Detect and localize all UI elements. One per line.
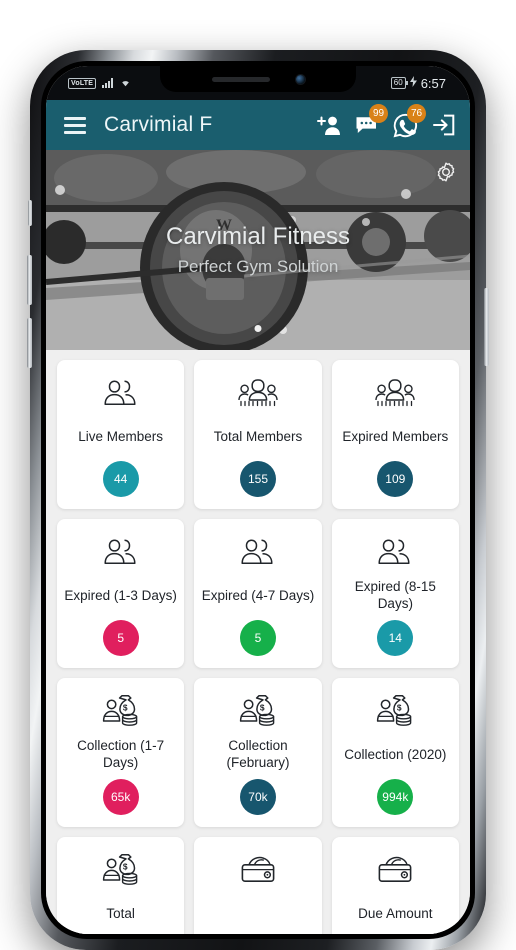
stat-card[interactable]: Expired Members 109 (331, 360, 459, 509)
whatsapp-icon[interactable]: 76 (392, 104, 426, 138)
speaker-grille (211, 76, 270, 82)
phone-bezel: VoLTE 60 6:57 Carvimial F 99 76 W Carvim… (41, 61, 475, 939)
stat-card-label: Expired Members (342, 428, 449, 444)
dashboard-row: Live Members 44 Total Members 155 Expired … (57, 360, 459, 509)
stat-card[interactable]: Total Members 155 (194, 360, 322, 509)
hero-subtitle: Perfect Gym Solution (177, 257, 339, 276)
dashboard-row: Expired (1-3 Days) 5 Expired (4-7 Days) 5 … (57, 519, 459, 668)
stat-card-label: Expired (8-15 Days) (354, 579, 436, 611)
svg-text:$: $ (123, 861, 128, 871)
logout-icon[interactable] (430, 112, 456, 138)
phone-frame: VoLTE 60 6:57 Carvimial F 99 76 W Carvim… (27, 50, 489, 950)
stat-card-value: 5 (239, 620, 276, 656)
stat-card[interactable]: Expired (8-15 Days) 14 (331, 519, 459, 668)
stat-card-value: 5 (102, 620, 139, 656)
app-bar-actions: 99 76 (316, 104, 456, 138)
dashboard-row: $ Collection (1-7 Days) 65k $ Collection … (57, 678, 459, 827)
two-people-icon (103, 374, 139, 412)
stat-card[interactable]: $ Total (57, 837, 185, 934)
stat-card-label: Collection (2020) (344, 746, 447, 762)
wifi-icon (119, 77, 132, 90)
mute-switch-button[interactable] (28, 200, 32, 226)
money-bag-icon: $ (102, 851, 140, 889)
stat-card-label: Due Amount (358, 905, 433, 921)
stat-card[interactable]: $ Collection (2020) 994k (331, 678, 459, 827)
stat-card[interactable]: $ Collection (February) 70k (194, 678, 322, 827)
status-bar-left: VoLTE (46, 77, 132, 90)
money-bag-icon: $ (376, 692, 414, 730)
wallet-icon (376, 851, 414, 889)
volte-icon: VoLTE (68, 77, 97, 89)
stat-card-label: Expired (1-3 Days) (64, 587, 177, 603)
stat-card-label: Total (106, 905, 135, 921)
stat-card-value: 109 (377, 461, 414, 497)
stat-card-label: Expired (4-7 Days) (201, 587, 315, 603)
app-bar: Carvimial F 99 76 (46, 100, 470, 150)
stat-card-value: 155 (239, 461, 276, 497)
stat-card[interactable]: $ Collection (1-7 Days) 65k (57, 678, 185, 827)
money-bag-icon: $ (102, 692, 140, 730)
stat-card-value: 70k (239, 779, 276, 815)
status-bar-right: 60 6:57 (390, 75, 470, 91)
status-bar: VoLTE 60 6:57 (46, 66, 470, 100)
volume-down-button[interactable] (27, 318, 32, 368)
group-people-icon (375, 374, 416, 412)
two-people-icon (103, 533, 139, 571)
stat-card-label: Total Members (213, 428, 303, 444)
stat-card[interactable]: Live Members 44 (57, 360, 185, 509)
page-title: Carvimial F (104, 113, 213, 136)
stat-card-label: Collection (1-7 Days) (77, 738, 165, 770)
svg-text:$: $ (260, 702, 265, 712)
two-people-icon (377, 533, 413, 571)
stat-card-value: 14 (377, 620, 414, 656)
messages-badge: 99 (369, 104, 388, 123)
dashboard-row: $ Total Due Amount (57, 837, 459, 934)
volume-up-button[interactable] (27, 255, 32, 305)
stat-card-value: 44 (102, 461, 139, 497)
stat-card[interactable]: Due Amount (331, 837, 459, 934)
stat-card-value: 994k (377, 779, 414, 815)
hero-banner[interactable]: W Carvimial Fitness Perfect Gym Solution (46, 150, 470, 350)
stat-card[interactable]: Expired (1-3 Days) 5 (57, 519, 185, 668)
stat-card-value: 65k (102, 779, 139, 815)
hamburger-menu-icon[interactable] (64, 116, 86, 134)
hero-text: Carvimial Fitness Perfect Gym Solution (46, 150, 470, 350)
add-member-icon[interactable] (316, 112, 342, 138)
dashboard-grid: Live Members 44 Total Members 155 Expired … (46, 350, 470, 934)
carousel-dot[interactable] (254, 325, 262, 332)
stat-card-label: Live Members (78, 428, 164, 444)
stat-card-label: Collection (February) (226, 738, 290, 770)
svg-text:$: $ (123, 702, 128, 712)
carousel-indicator[interactable] (254, 325, 262, 332)
svg-text:$: $ (397, 702, 402, 712)
phone-screen: VoLTE 60 6:57 Carvimial F 99 76 W Carvim… (46, 66, 470, 934)
stat-card[interactable] (194, 837, 322, 934)
phone-notch (160, 66, 356, 92)
money-bag-icon: $ (239, 692, 277, 730)
power-button[interactable] (484, 288, 489, 366)
two-people-icon (240, 533, 276, 571)
clock-label: 6:57 (420, 75, 446, 91)
signal-bars-icon (102, 78, 114, 88)
messages-icon[interactable]: 99 (354, 104, 388, 138)
group-people-icon (238, 374, 278, 412)
wallet-icon (239, 851, 277, 889)
charging-bolt-icon (409, 76, 417, 90)
hero-title: Carvimial Fitness (165, 223, 351, 250)
stat-card[interactable]: Expired (4-7 Days) 5 (194, 519, 322, 668)
front-camera-icon (295, 74, 305, 84)
battery-icon: 60 (390, 77, 408, 89)
whatsapp-badge: 76 (407, 104, 426, 123)
